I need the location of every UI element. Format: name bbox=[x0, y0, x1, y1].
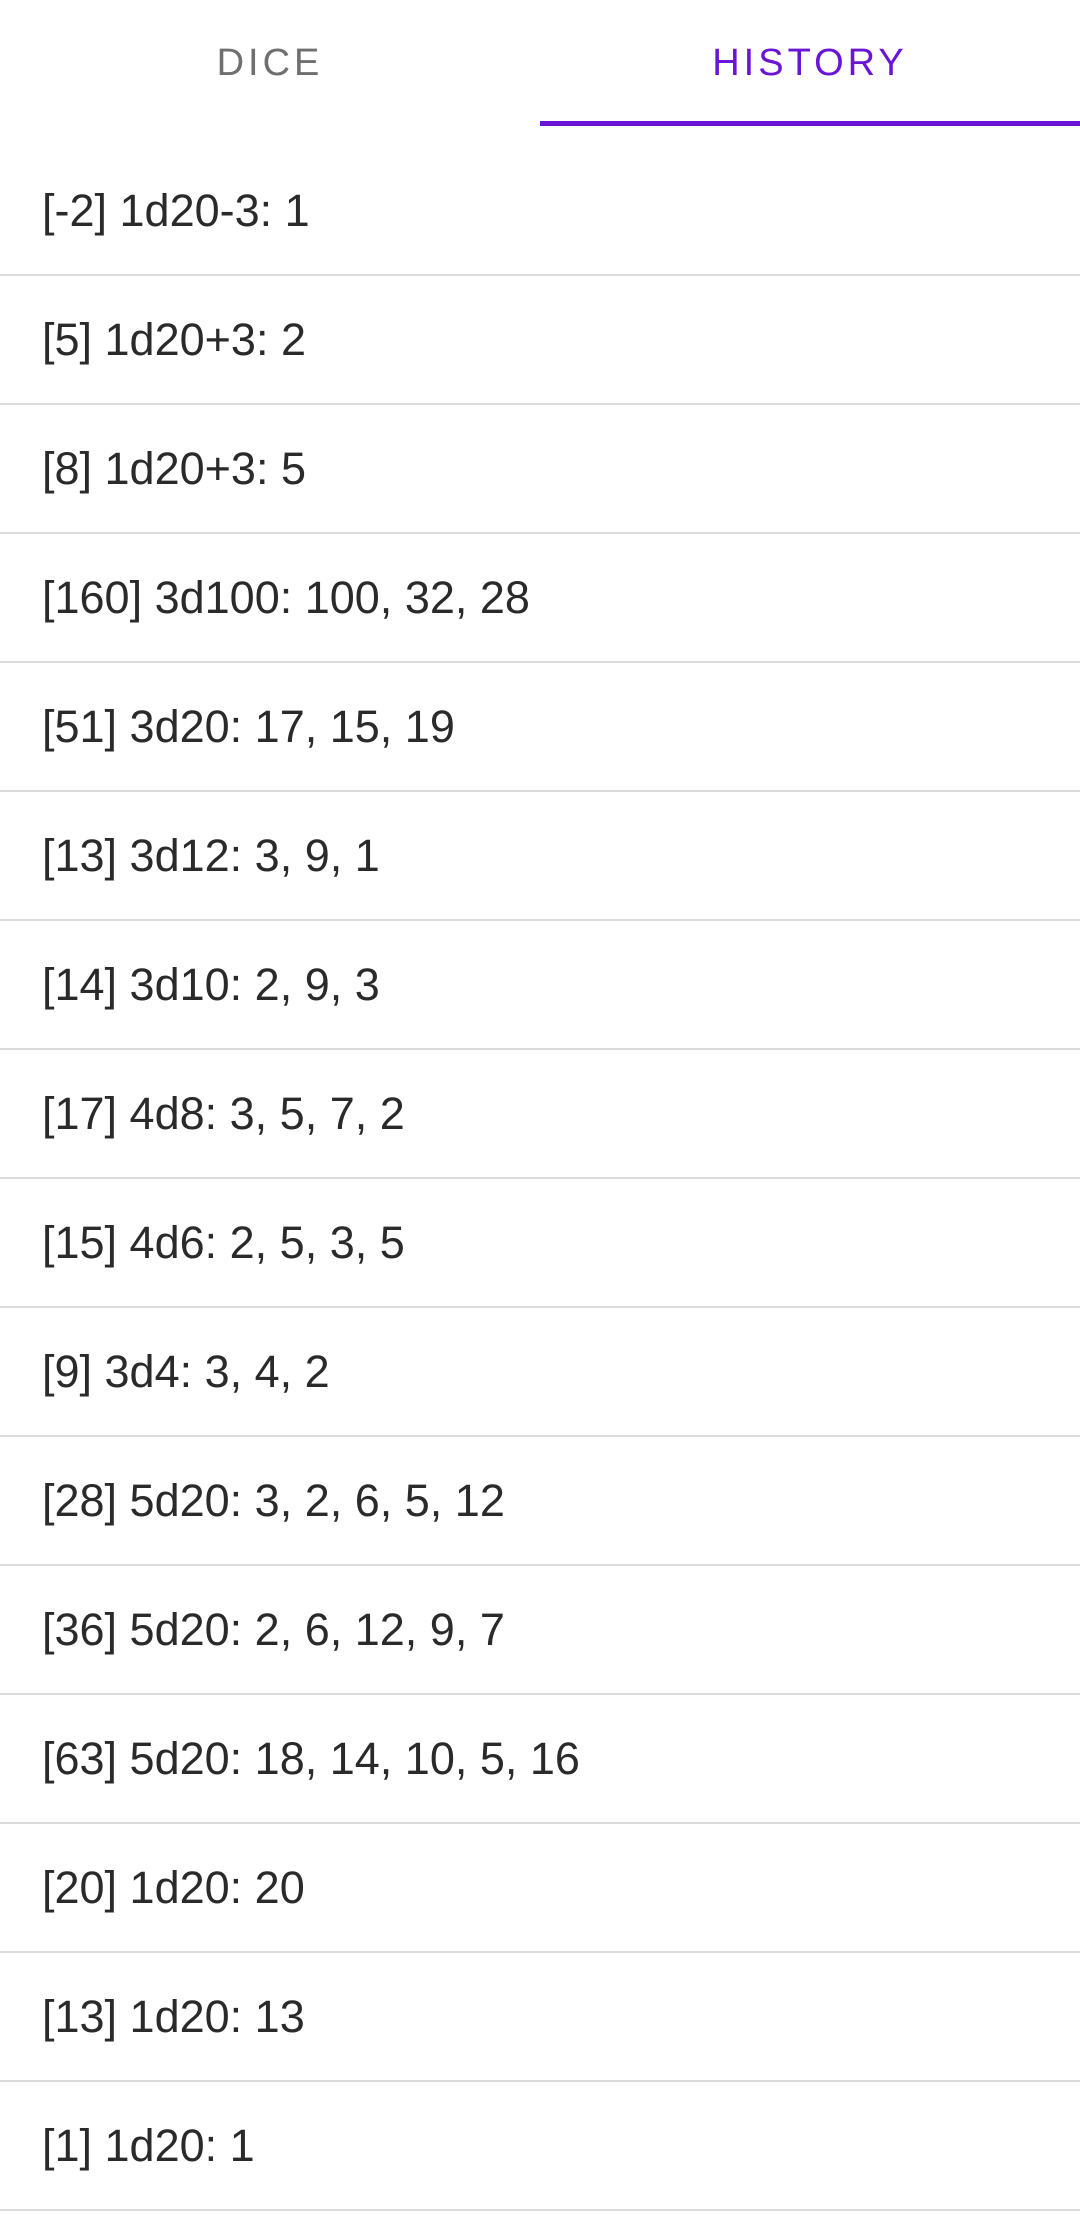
history-row-text: [-2] 1d20-3: 1 bbox=[42, 184, 310, 236]
history-row[interactable]: [-2] 1d20-3: 1 bbox=[0, 147, 1080, 276]
tab-history[interactable]: HISTORY bbox=[540, 0, 1080, 126]
history-row-text: [13] 3d12: 3, 9, 1 bbox=[42, 829, 380, 881]
history-row-text: [8] 1d20+3: 5 bbox=[42, 442, 306, 494]
history-row[interactable]: [1] 1d20: 1 bbox=[0, 2082, 1080, 2211]
history-row-text: [160] 3d100: 100, 32, 28 bbox=[42, 571, 530, 623]
history-row[interactable]: [160] 3d100: 100, 32, 28 bbox=[0, 534, 1080, 663]
history-list: [-2] 1d20-3: 1 [5] 1d20+3: 2 [8] 1d20+3:… bbox=[0, 147, 1080, 2211]
tab-bar: DICE HISTORY bbox=[0, 0, 1080, 126]
history-row[interactable]: [17] 4d8: 3, 5, 7, 2 bbox=[0, 1050, 1080, 1179]
tab-dice-label: DICE bbox=[216, 41, 324, 84]
history-row-text: [36] 5d20: 2, 6, 12, 9, 7 bbox=[42, 1603, 505, 1655]
history-row-text: [20] 1d20: 20 bbox=[42, 1861, 305, 1913]
history-row-text: [15] 4d6: 2, 5, 3, 5 bbox=[42, 1216, 405, 1268]
history-row-text: [63] 5d20: 18, 14, 10, 5, 16 bbox=[42, 1732, 580, 1784]
history-row-text: [28] 5d20: 3, 2, 6, 5, 12 bbox=[42, 1474, 505, 1526]
tab-indicator bbox=[540, 121, 1080, 126]
tab-history-label: HISTORY bbox=[712, 41, 908, 84]
history-row[interactable]: [9] 3d4: 3, 4, 2 bbox=[0, 1308, 1080, 1437]
history-row[interactable]: [13] 1d20: 13 bbox=[0, 1953, 1080, 2082]
history-row[interactable]: [13] 3d12: 3, 9, 1 bbox=[0, 792, 1080, 921]
history-row-text: [5] 1d20+3: 2 bbox=[42, 313, 306, 365]
history-row[interactable]: [36] 5d20: 2, 6, 12, 9, 7 bbox=[0, 1566, 1080, 1695]
history-row-text: [13] 1d20: 13 bbox=[42, 1990, 305, 2042]
history-row-text: [51] 3d20: 17, 15, 19 bbox=[42, 700, 455, 752]
history-row[interactable]: [20] 1d20: 20 bbox=[0, 1824, 1080, 1953]
history-row[interactable]: [63] 5d20: 18, 14, 10, 5, 16 bbox=[0, 1695, 1080, 1824]
history-row-text: [9] 3d4: 3, 4, 2 bbox=[42, 1345, 330, 1397]
history-row[interactable]: [15] 4d6: 2, 5, 3, 5 bbox=[0, 1179, 1080, 1308]
history-row-text: [1] 1d20: 1 bbox=[42, 2119, 255, 2171]
history-row-text: [17] 4d8: 3, 5, 7, 2 bbox=[42, 1087, 405, 1139]
tab-dice[interactable]: DICE bbox=[0, 0, 540, 126]
history-row[interactable]: [5] 1d20+3: 2 bbox=[0, 276, 1080, 405]
history-row[interactable]: [14] 3d10: 2, 9, 3 bbox=[0, 921, 1080, 1050]
history-row[interactable]: [8] 1d20+3: 5 bbox=[0, 405, 1080, 534]
history-row-text: [14] 3d10: 2, 9, 3 bbox=[42, 958, 380, 1010]
history-row[interactable]: [51] 3d20: 17, 15, 19 bbox=[0, 663, 1080, 792]
history-row[interactable]: [28] 5d20: 3, 2, 6, 5, 12 bbox=[0, 1437, 1080, 1566]
